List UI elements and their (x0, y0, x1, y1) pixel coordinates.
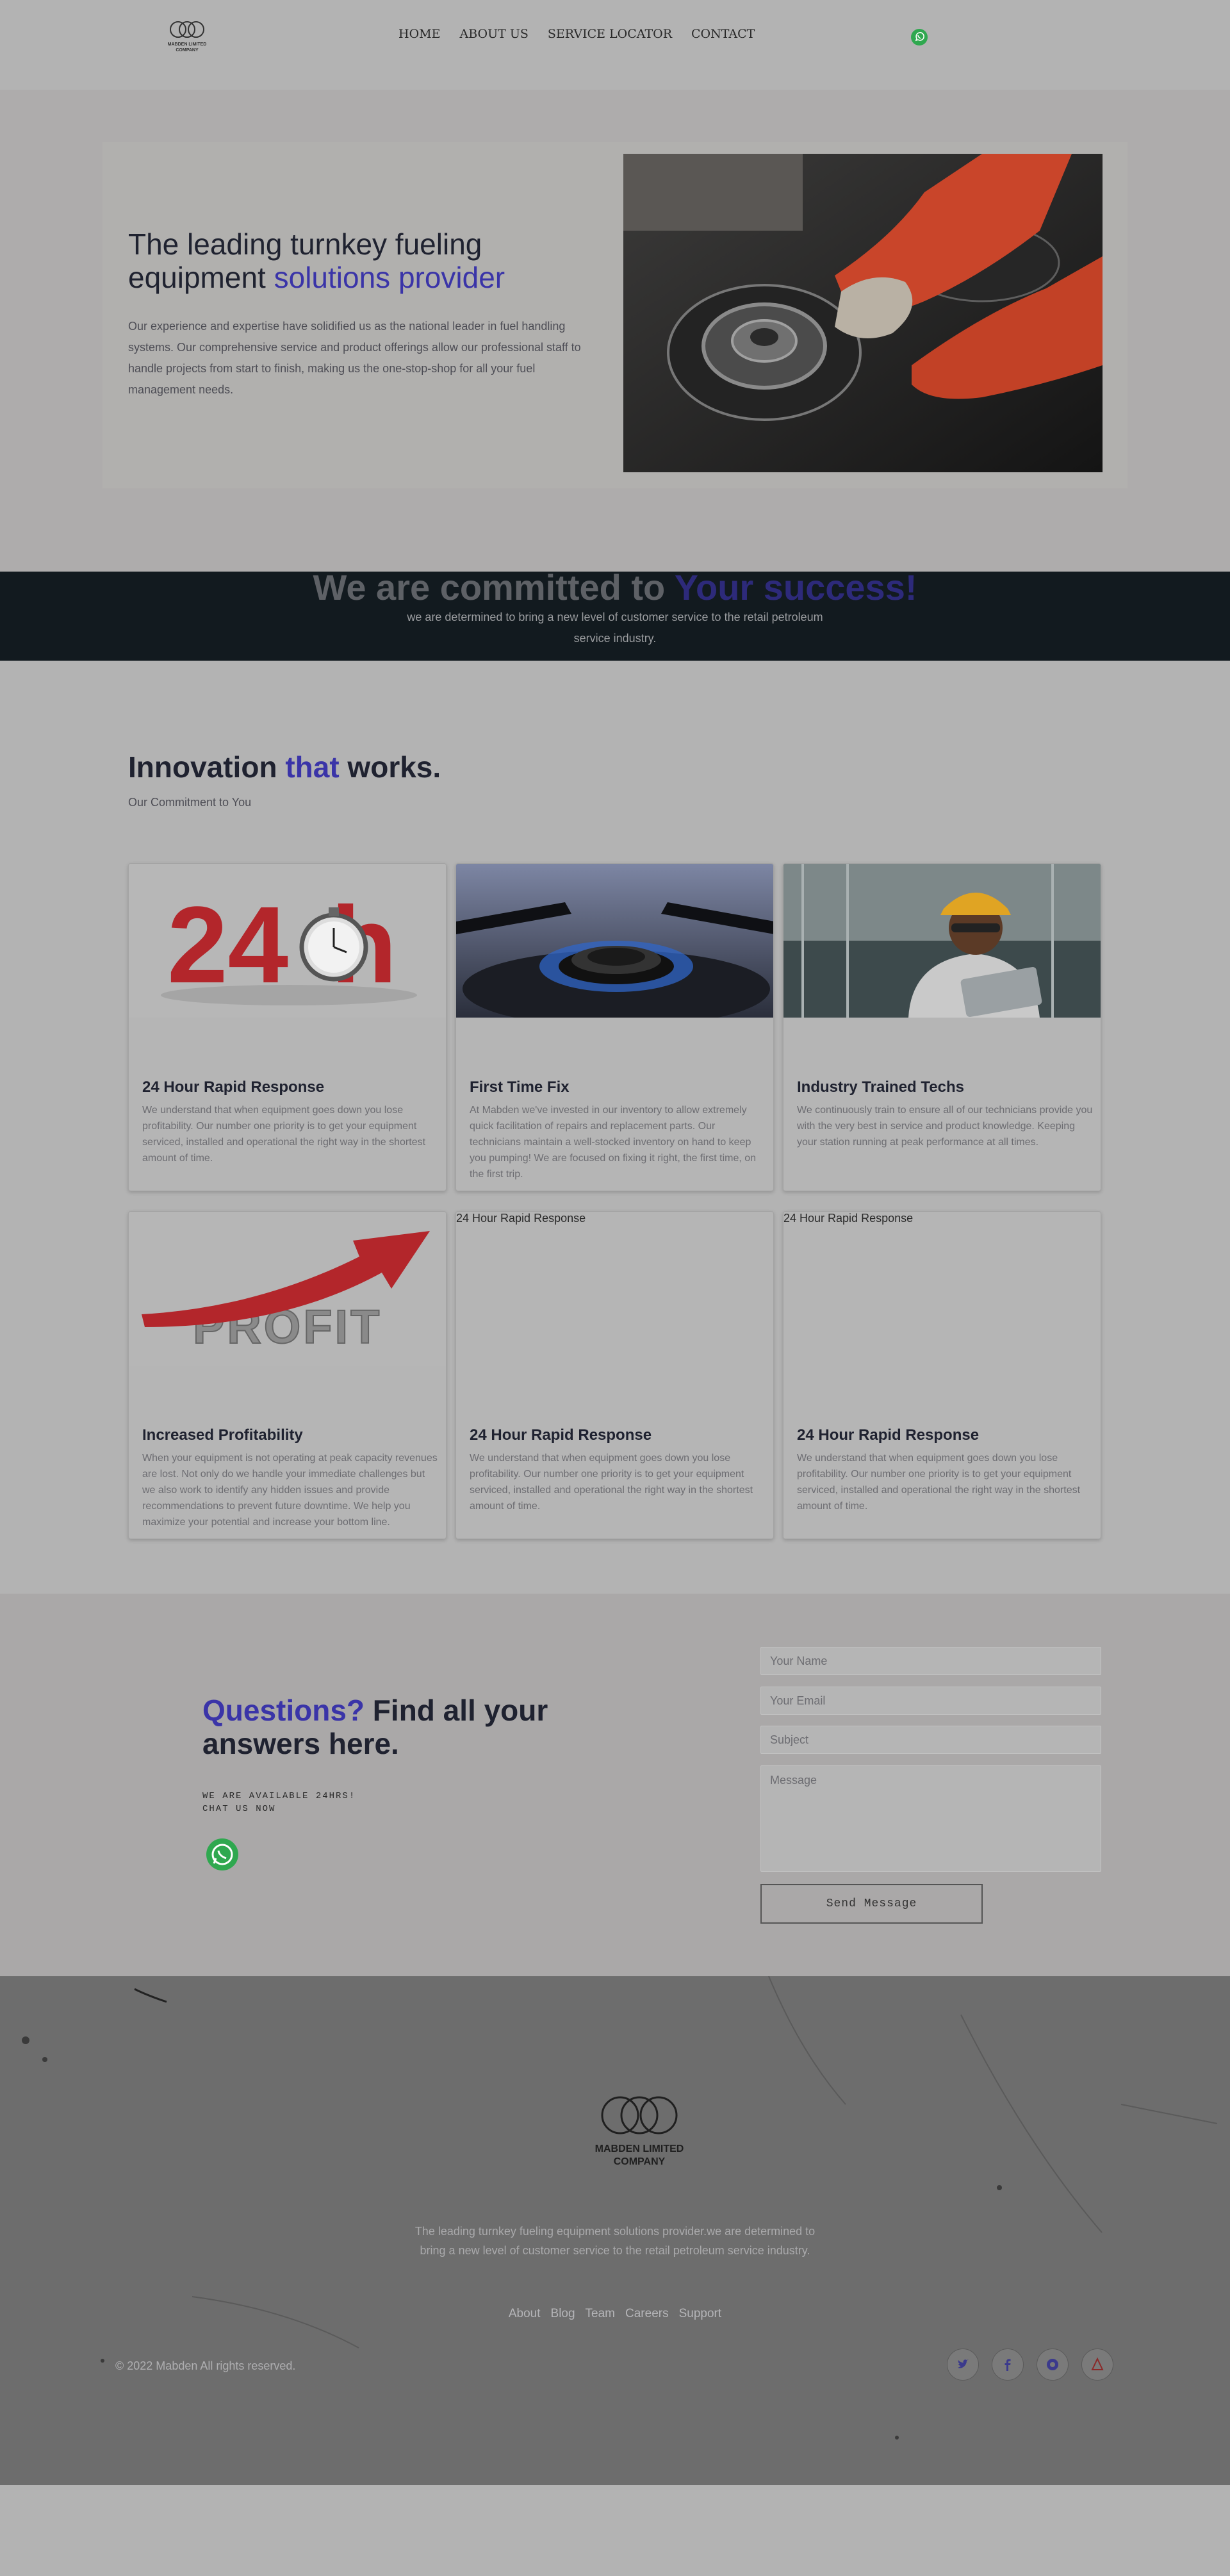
innovation-title-plain2: works. (339, 750, 441, 784)
email-field[interactable]: Your Email (760, 1687, 1101, 1715)
gas-burner-flame-image (456, 864, 773, 1018)
service-card: First Time Fix At Mabden we've invested … (455, 863, 774, 1191)
innovation-title: Innovation that works. (128, 750, 441, 784)
footer-logo-line1: MABDEN LIMITED (595, 2143, 684, 2154)
card-title: First Time Fix (470, 1078, 570, 1096)
contact-title-accent: Questions? (202, 1694, 365, 1727)
hero-description: Our experience and expertise have solidi… (128, 320, 581, 396)
logo-text-line2: COMPANY (176, 48, 199, 53)
footer-team-link[interactable]: Team (586, 2307, 615, 2321)
nav-service-locator-link[interactable]: SERVICE LOCATOR (548, 27, 672, 41)
nav-home-link[interactable]: HOME (398, 27, 440, 41)
hero-title-line1: The leading turnkey fueling (128, 227, 482, 261)
footer-careers-link[interactable]: Careers (625, 2307, 669, 2321)
banner-title: We are committed to Your success! (0, 572, 1230, 608)
footer-company-logo[interactable]: MABDEN LIMITED COMPANY (585, 2090, 694, 2173)
service-card: Industry Trained Techs We continuously t… (783, 863, 1101, 1191)
service-card: PROFIT Increased Profitability When your… (128, 1211, 447, 1539)
footer-blog-link[interactable]: Blog (551, 2307, 575, 2321)
card-title: 24 Hour Rapid Response (470, 1426, 652, 1444)
card-text: We understand that when equipment goes d… (797, 1453, 1081, 1512)
whatsapp-icon[interactable] (910, 28, 928, 46)
svg-text:24: 24 (167, 884, 288, 1006)
google-plus-icon[interactable] (1081, 2349, 1113, 2381)
24h-stopwatch-image: 24 h (129, 864, 446, 1018)
footer-about-link[interactable]: About (509, 2307, 541, 2321)
innovation-subtitle: Our Commitment to You (128, 796, 252, 809)
innovation-title-accent: that (285, 750, 340, 784)
whatsapp-chat-icon[interactable] (205, 1837, 240, 1872)
availability-text: WE ARE AVAILABLE 24HRS! CHAT US NOW (202, 1790, 356, 1815)
availability-line2: CHAT US NOW (202, 1804, 276, 1814)
card-text: We understand that when equipment goes d… (470, 1453, 753, 1512)
service-card: 24 Hour Rapid Response 24 Hour Rapid Res… (455, 1211, 774, 1539)
contact-title: Questions? Find all your answers here. (202, 1694, 561, 1760)
banner-title-accent: Your success! (674, 572, 917, 607)
card-title: Industry Trained Techs (797, 1078, 964, 1096)
card-title: 24 Hour Rapid Response (142, 1078, 325, 1096)
footer-links: About Blog Team Careers Support (493, 2307, 737, 2321)
copyright-text: © 2022 Mabden All rights reserved. (115, 2359, 296, 2372)
nav-menu: HOME ABOUT US SERVICE LOCATOR CONTACT (398, 27, 755, 41)
hero-title-accent: solutions provider (274, 261, 505, 294)
company-logo[interactable]: MABDEN LIMITED COMPANY (163, 18, 211, 56)
service-card: 24 h 24 Hour Rapid Response We understan… (128, 863, 447, 1191)
hero-title-plain: equipment (128, 261, 274, 294)
hero-title: The leading turnkey fueling equipment so… (128, 227, 589, 294)
twitter-icon[interactable] (947, 2349, 979, 2381)
broken-image-alt: 24 Hour Rapid Response (783, 1212, 914, 1225)
nav-contact-link[interactable]: CONTACT (691, 27, 755, 41)
top-navigation: MABDEN LIMITED COMPANY HOME ABOUT US SER… (0, 0, 1230, 90)
card-text: When your equipment is not operating at … (142, 1453, 438, 1528)
logo-text-line1: MABDEN LIMITED (168, 42, 207, 47)
broken-image-alt: 24 Hour Rapid Response (456, 1212, 586, 1225)
card-text: We continuously train to ensure all of o… (797, 1105, 1093, 1148)
nav-about-link[interactable]: ABOUT US (459, 27, 528, 41)
card-text: At Mabden we've invested in our inventor… (470, 1105, 757, 1180)
gas-stove-cleaning-photo (623, 154, 1103, 472)
service-card: 24 Hour Rapid Response 24 Hour Rapid Res… (783, 1211, 1101, 1539)
profit-arrow-image: PROFIT (129, 1212, 446, 1366)
send-message-button[interactable]: Send Message (760, 1884, 983, 1924)
footer-description: The leading turnkey fueling equipment so… (414, 2225, 816, 2257)
instagram-icon[interactable] (1037, 2349, 1069, 2381)
footer-logo-line2: COMPANY (614, 2156, 666, 2167)
page-bottom-spacer (0, 2485, 1230, 2576)
card-text: We understand that when equipment goes d… (142, 1105, 426, 1164)
card-title: 24 Hour Rapid Response (797, 1426, 980, 1444)
name-field[interactable]: Your Name (760, 1647, 1101, 1675)
card-title: Increased Profitability (142, 1426, 303, 1444)
social-links (947, 2349, 1113, 2381)
availability-line1: WE ARE AVAILABLE 24HRS! (202, 1791, 356, 1801)
innovation-title-plain1: Innovation (128, 750, 286, 784)
technician-tablet-image (783, 864, 1101, 1018)
banner-text: we are determined to bring a new level o… (407, 611, 823, 645)
commitment-banner: We are committed to Your success! we are… (0, 572, 1230, 661)
facebook-icon[interactable] (992, 2349, 1024, 2381)
subject-field[interactable]: Subject (760, 1726, 1101, 1754)
footer-support-link[interactable]: Support (679, 2307, 722, 2321)
banner-title-plain: We are committed to (313, 572, 675, 607)
message-field[interactable]: Message (760, 1765, 1101, 1872)
